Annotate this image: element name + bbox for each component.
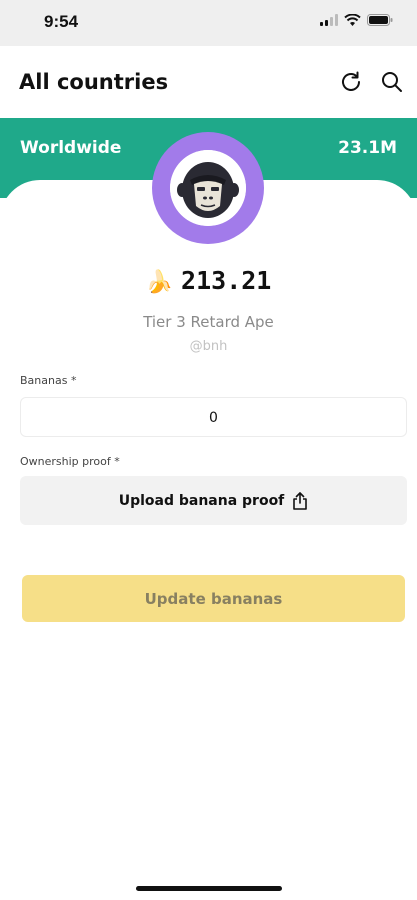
bananas-input[interactable]: 0 bbox=[20, 397, 407, 437]
home-indicator[interactable] bbox=[136, 886, 282, 891]
banana-icon: 🍌 bbox=[145, 270, 174, 295]
update-button-label: Update bananas bbox=[144, 589, 283, 608]
banana-balance: 🍌 213.21 bbox=[0, 266, 417, 295]
upload-proof-button[interactable]: Upload banana proof bbox=[20, 476, 407, 525]
update-bananas-button[interactable]: Update bananas bbox=[22, 575, 405, 622]
search-icon bbox=[382, 72, 402, 92]
refresh-icon bbox=[342, 71, 360, 91]
nav-bar: All countries bbox=[0, 46, 417, 118]
wifi-icon bbox=[344, 14, 361, 26]
gorilla-avatar-icon bbox=[170, 150, 246, 226]
ownership-proof-label: Ownership proof * bbox=[20, 455, 120, 468]
share-upload-icon bbox=[293, 491, 308, 510]
upload-button-label: Upload banana proof bbox=[118, 492, 285, 509]
status-bar: 9:54 bbox=[0, 0, 417, 46]
status-icons bbox=[320, 14, 393, 26]
banner-value: 23.1M bbox=[338, 138, 397, 158]
user-handle: @bnh bbox=[189, 339, 228, 354]
avatar bbox=[152, 132, 264, 244]
bananas-label: Bananas * bbox=[20, 374, 77, 387]
tier-label: Tier 3 Retard Ape bbox=[143, 313, 274, 331]
balance-value: 213.21 bbox=[181, 266, 272, 295]
search-button[interactable] bbox=[378, 68, 406, 96]
refresh-button[interactable] bbox=[337, 68, 365, 96]
banner-label: Worldwide bbox=[20, 138, 122, 158]
signal-icon bbox=[320, 14, 338, 26]
page-title: All countries bbox=[19, 70, 169, 94]
status-time: 9:54 bbox=[44, 12, 79, 31]
battery-icon bbox=[367, 14, 393, 26]
